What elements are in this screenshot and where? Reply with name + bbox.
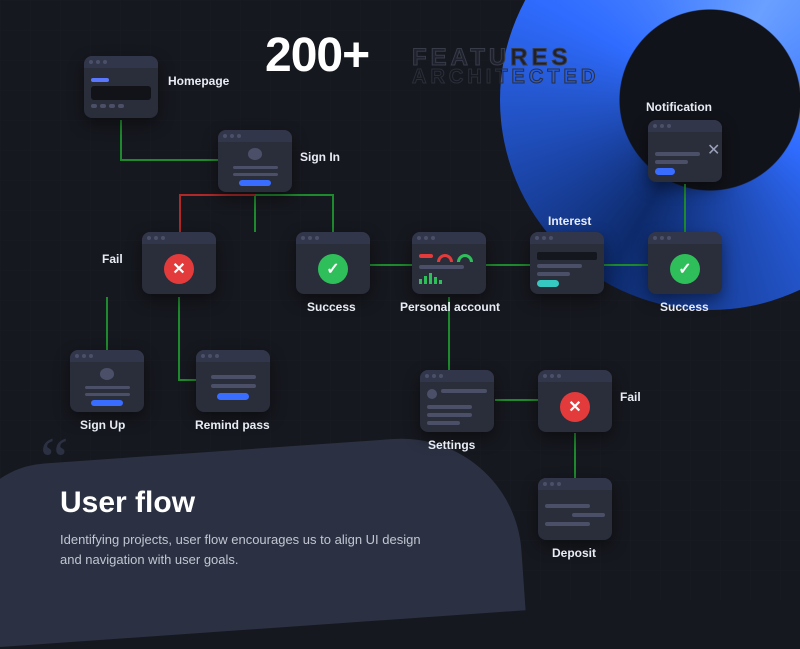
label-signin: Sign In <box>300 150 340 164</box>
label-homepage: Homepage <box>168 74 229 88</box>
label-signup: Sign Up <box>80 418 125 432</box>
node-success-2: ✓ <box>648 232 722 294</box>
node-fail: ✕ <box>142 232 216 294</box>
fail-icon: ✕ <box>164 254 194 284</box>
footer-body: Identifying projects, user flow encourag… <box>60 530 440 570</box>
node-settings <box>420 370 494 432</box>
node-interest <box>530 232 604 294</box>
headline-count: 200+ <box>265 28 369 83</box>
label-success-2: Success <box>660 300 709 314</box>
node-notification: ✕ <box>648 120 722 182</box>
quote-icon: “ <box>40 444 68 476</box>
label-account: Personal account <box>400 300 500 314</box>
label-interest: Interest <box>548 214 591 228</box>
success-icon: ✓ <box>670 254 700 284</box>
label-deposit: Deposit <box>552 546 596 560</box>
node-signin <box>218 130 292 192</box>
node-success: ✓ <box>296 232 370 294</box>
headline-architected: ARCHITECTED <box>412 66 599 89</box>
fail-icon: ✕ <box>560 392 590 422</box>
node-signup <box>70 350 144 412</box>
avatar-icon <box>248 148 262 160</box>
node-deposit <box>538 478 612 540</box>
node-homepage <box>84 56 158 118</box>
success-icon: ✓ <box>318 254 348 284</box>
node-fail-2: ✕ <box>538 370 612 432</box>
label-remind: Remind pass <box>195 418 270 432</box>
avatar-icon <box>100 368 114 380</box>
label-fail-1: Fail <box>102 252 123 266</box>
footer-block: User flow Identifying projects, user flo… <box>60 486 440 570</box>
footer-title: User flow <box>60 486 440 520</box>
label-notification: Notification <box>646 100 712 114</box>
node-remind-pass <box>196 350 270 412</box>
node-personal-account <box>412 232 486 294</box>
label-fail-2: Fail <box>620 390 641 404</box>
label-success-1: Success <box>307 300 356 314</box>
label-settings: Settings <box>428 438 475 452</box>
